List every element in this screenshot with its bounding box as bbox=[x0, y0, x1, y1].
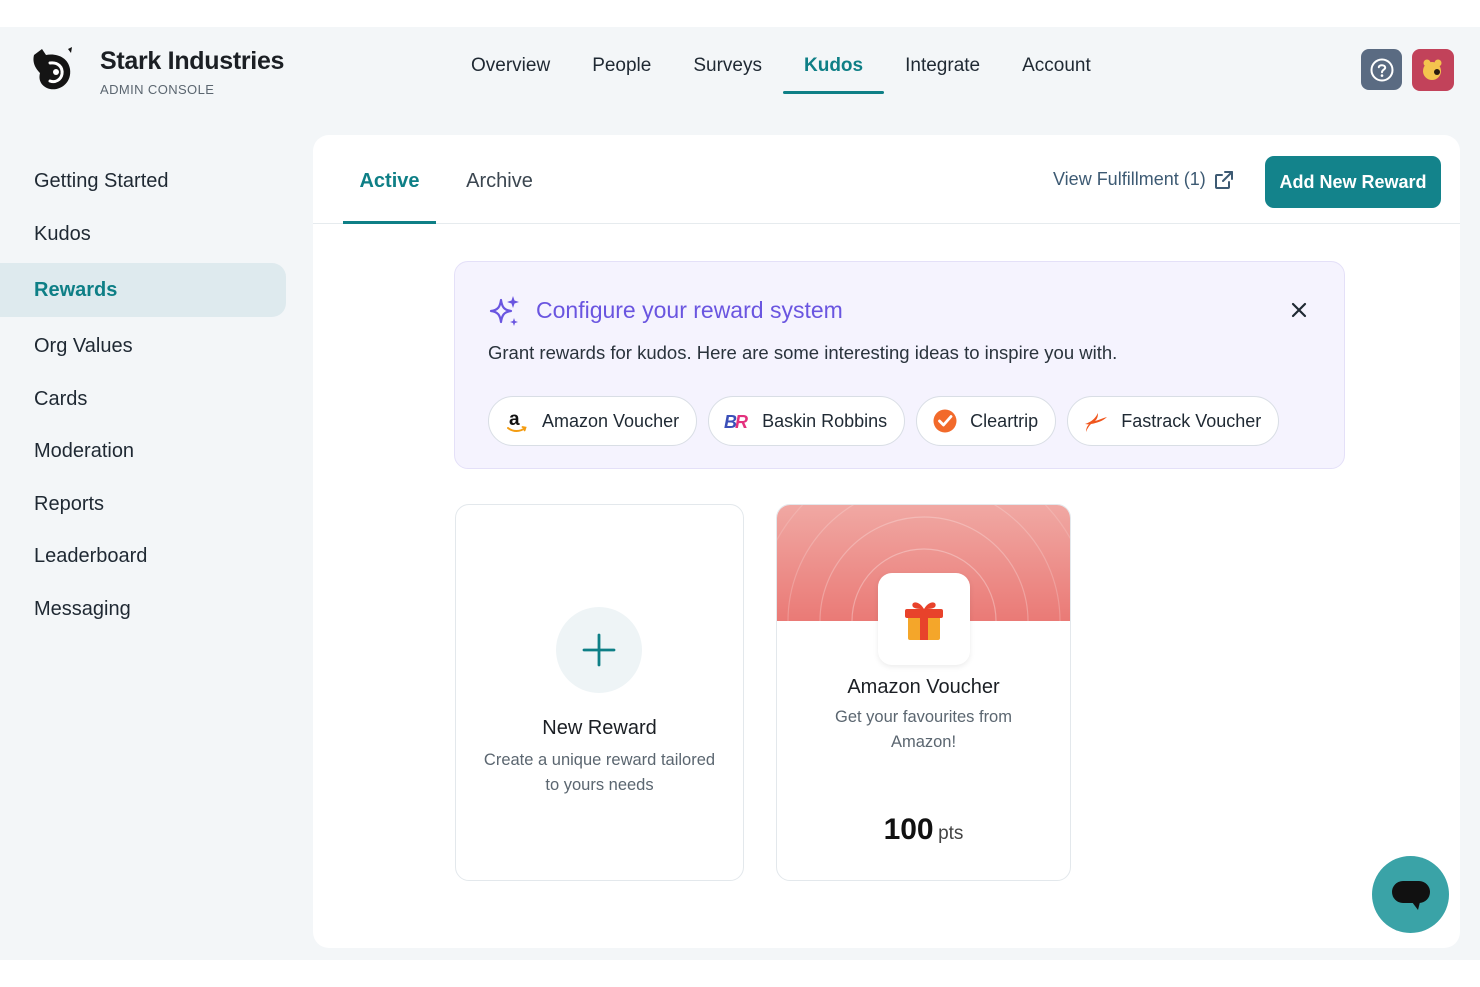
sidebar-item-org-values[interactable]: Org Values bbox=[0, 320, 290, 373]
close-icon bbox=[1291, 302, 1307, 318]
sidebar-item-getting-started[interactable]: Getting Started bbox=[0, 155, 290, 208]
help-icon bbox=[1370, 58, 1393, 81]
banner-text: Grant rewards for kudos. Here are some i… bbox=[488, 342, 1118, 363]
gift-icon-tile bbox=[878, 573, 970, 665]
cleartrip-logo-icon bbox=[932, 408, 958, 434]
voucher-description: Get your favourites from Amazon! bbox=[835, 708, 1012, 751]
new-reward-title: New Reward bbox=[542, 717, 657, 739]
voucher-title: Amazon Voucher bbox=[847, 676, 1000, 698]
chip-fastrack-voucher[interactable]: Fastrack Voucher bbox=[1067, 396, 1280, 446]
gift-icon bbox=[905, 602, 943, 640]
chat-icon bbox=[1391, 880, 1430, 910]
external-link-icon bbox=[1214, 170, 1233, 189]
brand-name: Stark Industries bbox=[100, 47, 285, 75]
nav-people[interactable]: People bbox=[571, 27, 672, 97]
baskin-robbins-logo-icon: B R bbox=[724, 408, 750, 434]
sparkles-icon bbox=[489, 296, 519, 326]
new-reward-card[interactable]: New Reward Create a unique reward tailor… bbox=[455, 504, 744, 881]
brand-logo-icon bbox=[33, 47, 72, 90]
plus-icon bbox=[582, 633, 616, 667]
sidebar-item-reports[interactable]: Reports bbox=[0, 478, 290, 531]
sidebar-item-kudos[interactable]: Kudos bbox=[0, 208, 290, 261]
chip-baskin-robbins[interactable]: B R Baskin Robbins bbox=[708, 396, 906, 446]
view-fulfillment-label: View Fulfillment (1) bbox=[1053, 169, 1206, 189]
svg-text:a: a bbox=[509, 409, 520, 430]
fastrack-logo-icon bbox=[1083, 408, 1109, 434]
chip-amazon-voucher[interactable]: a Amazon Voucher bbox=[488, 396, 698, 446]
main-panel: Active Archive View Fulfillment (1) Add … bbox=[313, 135, 1460, 948]
banner-title: Configure your reward system bbox=[536, 297, 843, 323]
tab-active[interactable]: Active bbox=[343, 135, 436, 224]
avatar[interactable] bbox=[1412, 49, 1454, 91]
chat-button[interactable] bbox=[1372, 856, 1449, 933]
avatar-image-icon bbox=[1423, 59, 1442, 80]
sidebar-item-leaderboard[interactable]: Leaderboard bbox=[0, 530, 290, 583]
points-value: 100 bbox=[883, 813, 934, 846]
chip-label: Cleartrip bbox=[970, 410, 1039, 431]
add-button[interactable] bbox=[556, 607, 642, 693]
nav-integrate[interactable]: Integrate bbox=[884, 27, 1001, 97]
close-button[interactable] bbox=[1287, 298, 1311, 322]
tab-archive[interactable]: Archive bbox=[453, 135, 546, 224]
chip-cleartrip[interactable]: Cleartrip bbox=[916, 396, 1057, 446]
app: Stark Industries ADMIN CONSOLE Overview … bbox=[0, 27, 1480, 960]
amazon-voucher-card[interactable]: Amazon Voucher Get your favourites from … bbox=[776, 504, 1071, 881]
help-button[interactable] bbox=[1361, 49, 1402, 90]
nav-overview[interactable]: Overview bbox=[450, 27, 571, 97]
new-reward-description: Create a unique reward tailored to yours… bbox=[483, 751, 716, 794]
chip-label: Fastrack Voucher bbox=[1121, 410, 1262, 431]
nav-surveys[interactable]: Surveys bbox=[672, 27, 783, 97]
tab-bar: Active Archive View Fulfillment (1) Add … bbox=[313, 135, 1460, 224]
sidebar-item-moderation[interactable]: Moderation bbox=[0, 425, 290, 478]
top-nav: Overview People Surveys Kudos Integrate … bbox=[450, 27, 1112, 97]
nav-account[interactable]: Account bbox=[1001, 27, 1112, 97]
add-new-reward-button[interactable]: Add New Reward bbox=[1265, 156, 1441, 208]
svg-text:R: R bbox=[735, 412, 748, 432]
amazon-logo-icon: a bbox=[504, 408, 530, 434]
points-unit: pts bbox=[938, 823, 964, 844]
view-fulfillment-link[interactable]: View Fulfillment (1) bbox=[1053, 169, 1234, 190]
sidebar: Getting Started Kudos Rewards Org Values… bbox=[0, 155, 290, 635]
chip-label: Baskin Robbins bbox=[762, 410, 888, 431]
sidebar-item-messaging[interactable]: Messaging bbox=[0, 583, 290, 636]
voucher-points: 100 pts bbox=[777, 813, 1070, 847]
config-banner: Configure your reward system Grant rewar… bbox=[454, 261, 1345, 469]
chip-label: Amazon Voucher bbox=[542, 410, 680, 431]
sidebar-item-cards[interactable]: Cards bbox=[0, 373, 290, 426]
brand-subtitle: ADMIN CONSOLE bbox=[100, 82, 215, 97]
suggestion-chips: a Amazon Voucher B R Baskin Robbins Clea… bbox=[488, 396, 1280, 446]
nav-kudos[interactable]: Kudos bbox=[783, 27, 885, 97]
sidebar-item-rewards[interactable]: Rewards bbox=[0, 263, 286, 317]
